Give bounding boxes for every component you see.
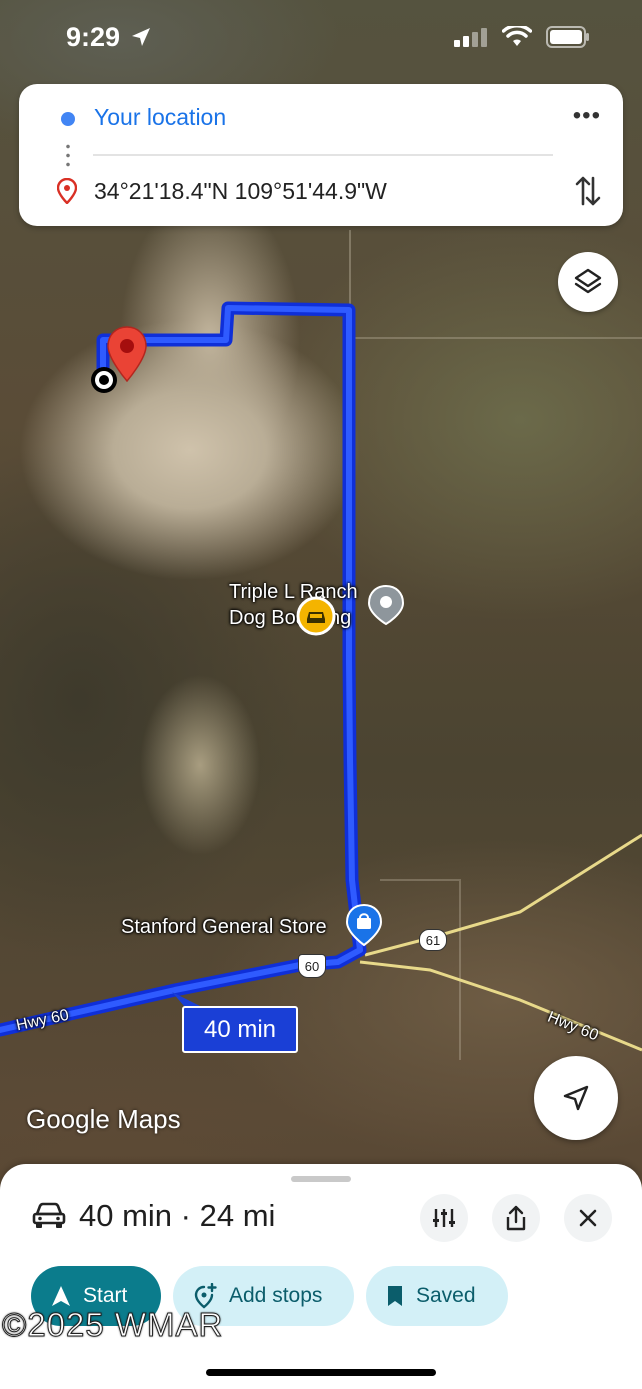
kennel-label-line1: Triple L Ranch	[229, 581, 358, 603]
route-dots-divider	[66, 142, 70, 168]
kennel-label[interactable]: Triple L Ranch Dog Boarding	[229, 579, 358, 631]
origin-field[interactable]: Your location	[94, 104, 226, 131]
route-options-button[interactable]	[420, 1194, 468, 1242]
field-divider	[93, 154, 553, 156]
navigation-arrow-icon	[52, 1286, 70, 1306]
home-indicator[interactable]	[206, 1369, 436, 1376]
kennel-label-line2: Dog Boarding	[229, 607, 352, 629]
destination-field[interactable]: 34°21'18.4"N 109°51'44.9"W	[94, 178, 387, 205]
directions-card: Your location ••• 34°21'18.4"N 109°51'44…	[19, 84, 623, 226]
highway-61-road	[364, 833, 642, 957]
store-label[interactable]: Stanford General Store	[121, 914, 327, 940]
close-button[interactable]	[564, 1194, 612, 1242]
shopping-bag-pin-icon[interactable]	[345, 903, 383, 947]
saved-button[interactable]: Saved	[366, 1266, 508, 1326]
sheet-grabber[interactable]	[291, 1176, 351, 1182]
directions-bottom-sheet: 40 min · 24 mi Start Add stops Saved	[0, 1164, 642, 1389]
wifi-icon	[502, 26, 532, 46]
battery-icon	[546, 26, 589, 48]
shield-61: 61	[419, 929, 447, 951]
saved-label: Saved	[416, 1284, 476, 1307]
origin-dot-icon	[61, 112, 75, 126]
status-time: 9:29	[66, 22, 152, 53]
swap-icon[interactable]	[575, 174, 601, 208]
car-icon	[32, 1202, 66, 1228]
add-stops-label: Add stops	[229, 1284, 323, 1307]
layers-button[interactable]	[558, 252, 618, 312]
more-options-button[interactable]: •••	[573, 102, 601, 130]
share-icon	[506, 1205, 526, 1231]
bookmark-icon	[388, 1286, 402, 1306]
my-location-icon	[563, 1085, 589, 1111]
trip-summary: 40 min · 24 mi	[79, 1198, 276, 1233]
destination-pin-icon[interactable]	[106, 325, 148, 383]
traffic-car-icon[interactable]	[296, 596, 336, 636]
my-location-button[interactable]	[534, 1056, 618, 1140]
status-icons	[454, 26, 590, 48]
layers-icon	[574, 268, 602, 294]
start-label: Start	[83, 1284, 128, 1307]
route-options-icon	[433, 1209, 455, 1227]
kennel-pin-icon[interactable]	[367, 584, 405, 626]
google-maps-logo: Google Maps	[26, 1104, 181, 1134]
destination-field-pin-icon	[57, 178, 77, 204]
location-arrow-icon	[131, 28, 150, 46]
highway-60-road	[359, 960, 642, 1052]
signal-icon	[454, 28, 487, 47]
shield-60: 60	[298, 954, 326, 978]
close-icon	[579, 1209, 597, 1227]
route-time-chip[interactable]: 40 min	[182, 1006, 298, 1053]
status-bar: 9:29	[0, 0, 642, 80]
watermark: ©2025 WMAR	[1, 1306, 224, 1344]
share-button[interactable]	[492, 1194, 540, 1242]
